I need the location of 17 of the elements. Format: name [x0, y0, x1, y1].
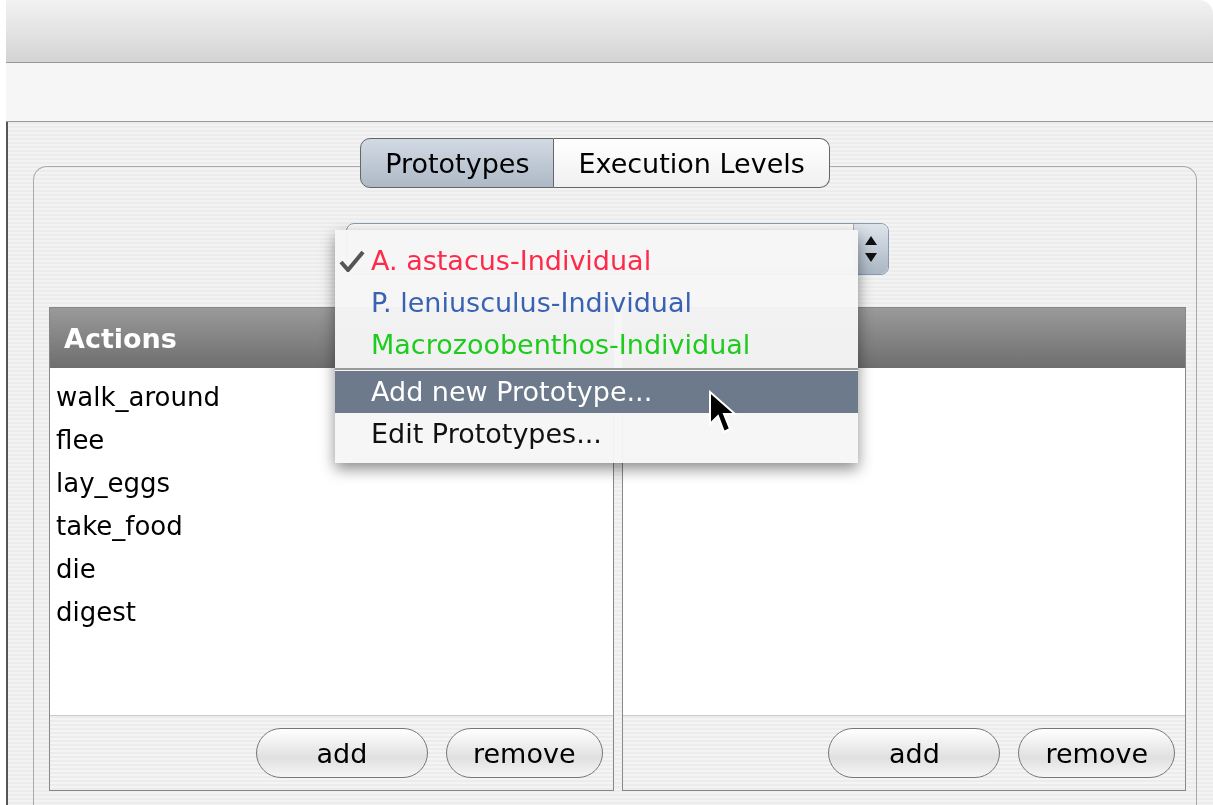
list-item[interactable]: flee [56, 419, 105, 462]
tab[interactable]: Execution Levels [554, 138, 830, 188]
mouse-pointer-icon [708, 390, 738, 436]
list-item[interactable]: digest [56, 591, 136, 634]
add-button[interactable]: add [828, 728, 1001, 778]
remove-button[interactable]: remove [1018, 728, 1175, 778]
checkmark-icon [339, 250, 365, 272]
list-item[interactable]: die [56, 548, 96, 591]
list-item[interactable]: take_food [56, 505, 183, 548]
menu-item[interactable]: Add new Prototype... [335, 371, 858, 413]
menu-item[interactable]: Edit Prototypes... [335, 413, 858, 455]
list-item[interactable]: walk_around [56, 376, 220, 419]
list-item[interactable]: lay_eggs [56, 462, 171, 505]
remove-button[interactable]: remove [445, 728, 603, 778]
add-button[interactable]: add [255, 728, 428, 778]
tab[interactable]: Prototypes [360, 138, 555, 188]
up-down-arrows-icon [863, 234, 879, 264]
